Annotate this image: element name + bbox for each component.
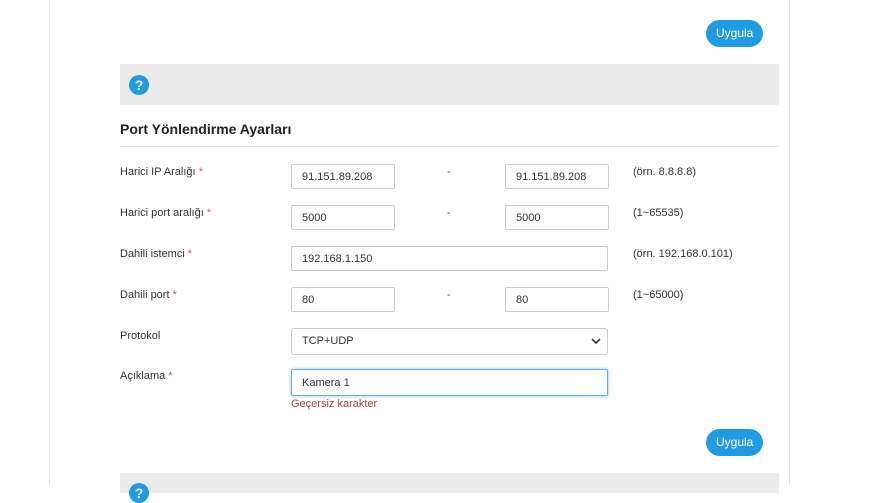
help-icon[interactable]: ? xyxy=(129,483,149,503)
external-port-start-input[interactable] xyxy=(291,205,395,230)
external-ip-end-input[interactable] xyxy=(505,164,609,189)
internal-port-hint: (1~65000) xyxy=(633,289,684,301)
range-separator: - xyxy=(447,207,451,219)
protocol-select[interactable]: TCP+UDP xyxy=(291,328,608,355)
protocol-label: Protokol xyxy=(120,330,161,342)
required-marker: * xyxy=(168,370,173,382)
chevron-down-icon xyxy=(591,329,601,364)
range-separator: - xyxy=(447,289,451,301)
required-marker: * xyxy=(206,207,212,219)
external-port-end-input[interactable] xyxy=(505,205,609,230)
help-icon[interactable]: ? xyxy=(129,75,149,95)
protocol-selected-value: TCP+UDP xyxy=(302,335,354,347)
settings-panel: Uygula ? Port Yönlendirme Ayarları Haric… xyxy=(49,0,790,503)
required-marker: * xyxy=(198,166,203,178)
help-bar: ? xyxy=(120,64,779,105)
description-label: Açıklama * xyxy=(120,370,173,382)
description-error: Geçersiz karakter xyxy=(291,398,378,410)
external-ip-hint: (örn. 8.8.8.8) xyxy=(633,166,696,178)
range-separator: - xyxy=(447,166,451,178)
external-ip-start-input[interactable] xyxy=(291,164,395,189)
help-bar: ? xyxy=(120,473,779,503)
required-marker: * xyxy=(172,289,177,301)
internal-client-input[interactable] xyxy=(291,246,608,271)
apply-button-top[interactable]: Uygula xyxy=(706,20,764,47)
external-port-hint: (1~65535) xyxy=(633,207,684,219)
external-port-label: Harici port aralığı * xyxy=(120,207,212,219)
apply-button-bottom[interactable]: Uygula xyxy=(706,429,764,456)
internal-client-label: Dahili istemci * xyxy=(120,248,193,260)
internal-port-label: Dahili port * xyxy=(120,289,177,301)
section-title: Port Yönlendirme Ayarları xyxy=(120,121,292,137)
external-ip-label: Harici IP Aralığı * xyxy=(120,166,203,178)
required-marker: * xyxy=(187,248,193,260)
description-input[interactable] xyxy=(291,369,608,396)
internal-port-end-input[interactable] xyxy=(505,287,609,312)
internal-client-hint: (örn. 192.168.0.101) xyxy=(633,248,733,260)
internal-port-start-input[interactable] xyxy=(291,287,395,312)
section-divider xyxy=(120,146,779,147)
